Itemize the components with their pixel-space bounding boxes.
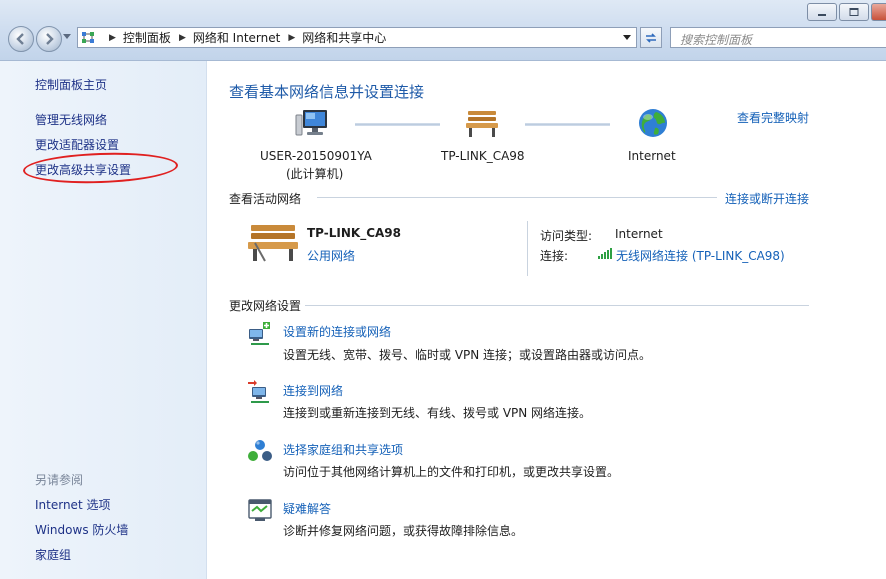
see-also-heading: 另请参阅 [35, 473, 84, 487]
window-controls [807, 3, 886, 21]
router-name-label: TP-LINK_CA98 [441, 149, 525, 163]
globe-icon [639, 109, 667, 137]
change-adapter-settings-link[interactable]: 更改适配器设置 [35, 136, 119, 153]
forward-button[interactable] [36, 26, 62, 52]
refresh-button[interactable] [640, 27, 662, 48]
computer-name-label: USER-20150901YA [260, 149, 372, 163]
breadcrumb-separator-icon[interactable]: ▶ [179, 33, 186, 43]
search-input[interactable]: 搜索控制面板 [670, 27, 886, 48]
address-dropdown-button[interactable] [618, 28, 636, 47]
setup-new-connection-link[interactable]: 设置新的连接或网络 [283, 323, 391, 340]
chevron-down-icon [623, 35, 631, 40]
breadcrumb-network-internet[interactable]: 网络和 Internet [193, 29, 280, 46]
computer-icon [295, 110, 327, 136]
active-networks-heading: 查看活动网络 [229, 192, 302, 206]
access-type-label: 访问类型: [540, 229, 593, 243]
close-button[interactable] [871, 3, 886, 21]
wireless-connection-link[interactable]: 无线网络连接 (TP-LINK_CA98) [616, 247, 785, 264]
troubleshoot-icon [248, 499, 272, 521]
arrow-left-icon [16, 33, 24, 45]
divider [305, 305, 809, 306]
new-connection-icon [249, 322, 270, 345]
internet-options-link[interactable]: Internet 选项 [35, 496, 110, 513]
page-title: 查看基本网络信息并设置连接 [229, 83, 425, 101]
connection-line [525, 123, 610, 126]
troubleshoot-link[interactable]: 疑难解答 [283, 500, 331, 517]
breadcrumb-control-panel[interactable]: 控制面板 [123, 29, 171, 46]
bench-icon [466, 111, 498, 137]
breadcrumb-separator-icon[interactable]: ▶ [109, 33, 116, 43]
view-full-map-link[interactable]: 查看完整映射 [737, 109, 809, 126]
homegroup-sharing-options-link[interactable]: 选择家庭组和共享选项 [283, 441, 403, 458]
network-type-link[interactable]: 公用网络 [307, 247, 355, 264]
control-panel-home-link[interactable]: 控制面板主页 [35, 76, 107, 93]
network-location-icon [81, 31, 97, 45]
left-navigation-pane: 控制面板主页 管理无线网络 更改适配器设置 更改高级共享设置 另请参阅 Inte… [0, 61, 207, 579]
change-network-settings-heading: 更改网络设置 [229, 299, 302, 313]
homegroup-sharing-options-desc: 访问位于其他网络计算机上的文件和打印机，或更改共享设置。 [283, 465, 620, 479]
maximize-button[interactable] [839, 3, 869, 21]
back-button[interactable] [8, 26, 34, 52]
network-name: TP-LINK_CA98 [307, 226, 401, 240]
this-computer-label: (此计算机) [286, 167, 344, 181]
divider [527, 221, 528, 276]
internet-label: Internet [628, 149, 676, 163]
breadcrumb-separator-icon[interactable]: ▶ [288, 33, 295, 43]
connect-to-network-desc: 连接到或重新连接到无线、有线、拨号或 VPN 网络连接。 [283, 406, 592, 420]
homegroup-icon [248, 440, 272, 461]
wifi-signal-icon [598, 248, 612, 259]
minimize-button[interactable] [807, 3, 837, 21]
windows-firewall-link[interactable]: Windows 防火墙 [35, 521, 128, 538]
bench-icon [248, 225, 298, 262]
title-bar: ▶ 控制面板 ▶ 网络和 Internet ▶ 网络和共享中心 搜索控制面板 [0, 0, 886, 61]
address-bar[interactable]: ▶ 控制面板 ▶ 网络和 Internet ▶ 网络和共享中心 [77, 27, 637, 48]
manage-wireless-networks-link[interactable]: 管理无线网络 [35, 111, 107, 128]
divider [317, 197, 717, 198]
homegroup-link[interactable]: 家庭组 [35, 546, 71, 563]
arrow-right-icon [46, 33, 54, 45]
connect-network-icon [248, 380, 269, 403]
recent-pages-dropdown[interactable] [63, 34, 71, 40]
breadcrumb: ▶ 控制面板 ▶ 网络和 Internet ▶ 网络和共享中心 [101, 29, 386, 46]
maximize-icon [849, 8, 859, 16]
troubleshoot-desc: 诊断并修复网络问题，或获得故障排除信息。 [283, 524, 524, 538]
setup-new-connection-desc: 设置无线、宽带、拨号、临时或 VPN 连接；或设置路由器或访问点。 [283, 348, 652, 362]
breadcrumb-network-sharing-center[interactable]: 网络和共享中心 [302, 29, 386, 46]
refresh-icon [646, 32, 656, 43]
connect-or-disconnect-link[interactable]: 连接或断开连接 [725, 190, 809, 207]
connection-label: 连接: [540, 249, 569, 263]
connect-to-network-link[interactable]: 连接到网络 [283, 382, 343, 399]
minimize-icon [818, 14, 826, 16]
access-type-value: Internet [615, 227, 663, 241]
main-content: 查看基本网络信息并设置连接 查看完整映射 USER-20150901YA (此计… [207, 61, 886, 579]
connection-line [355, 123, 440, 126]
